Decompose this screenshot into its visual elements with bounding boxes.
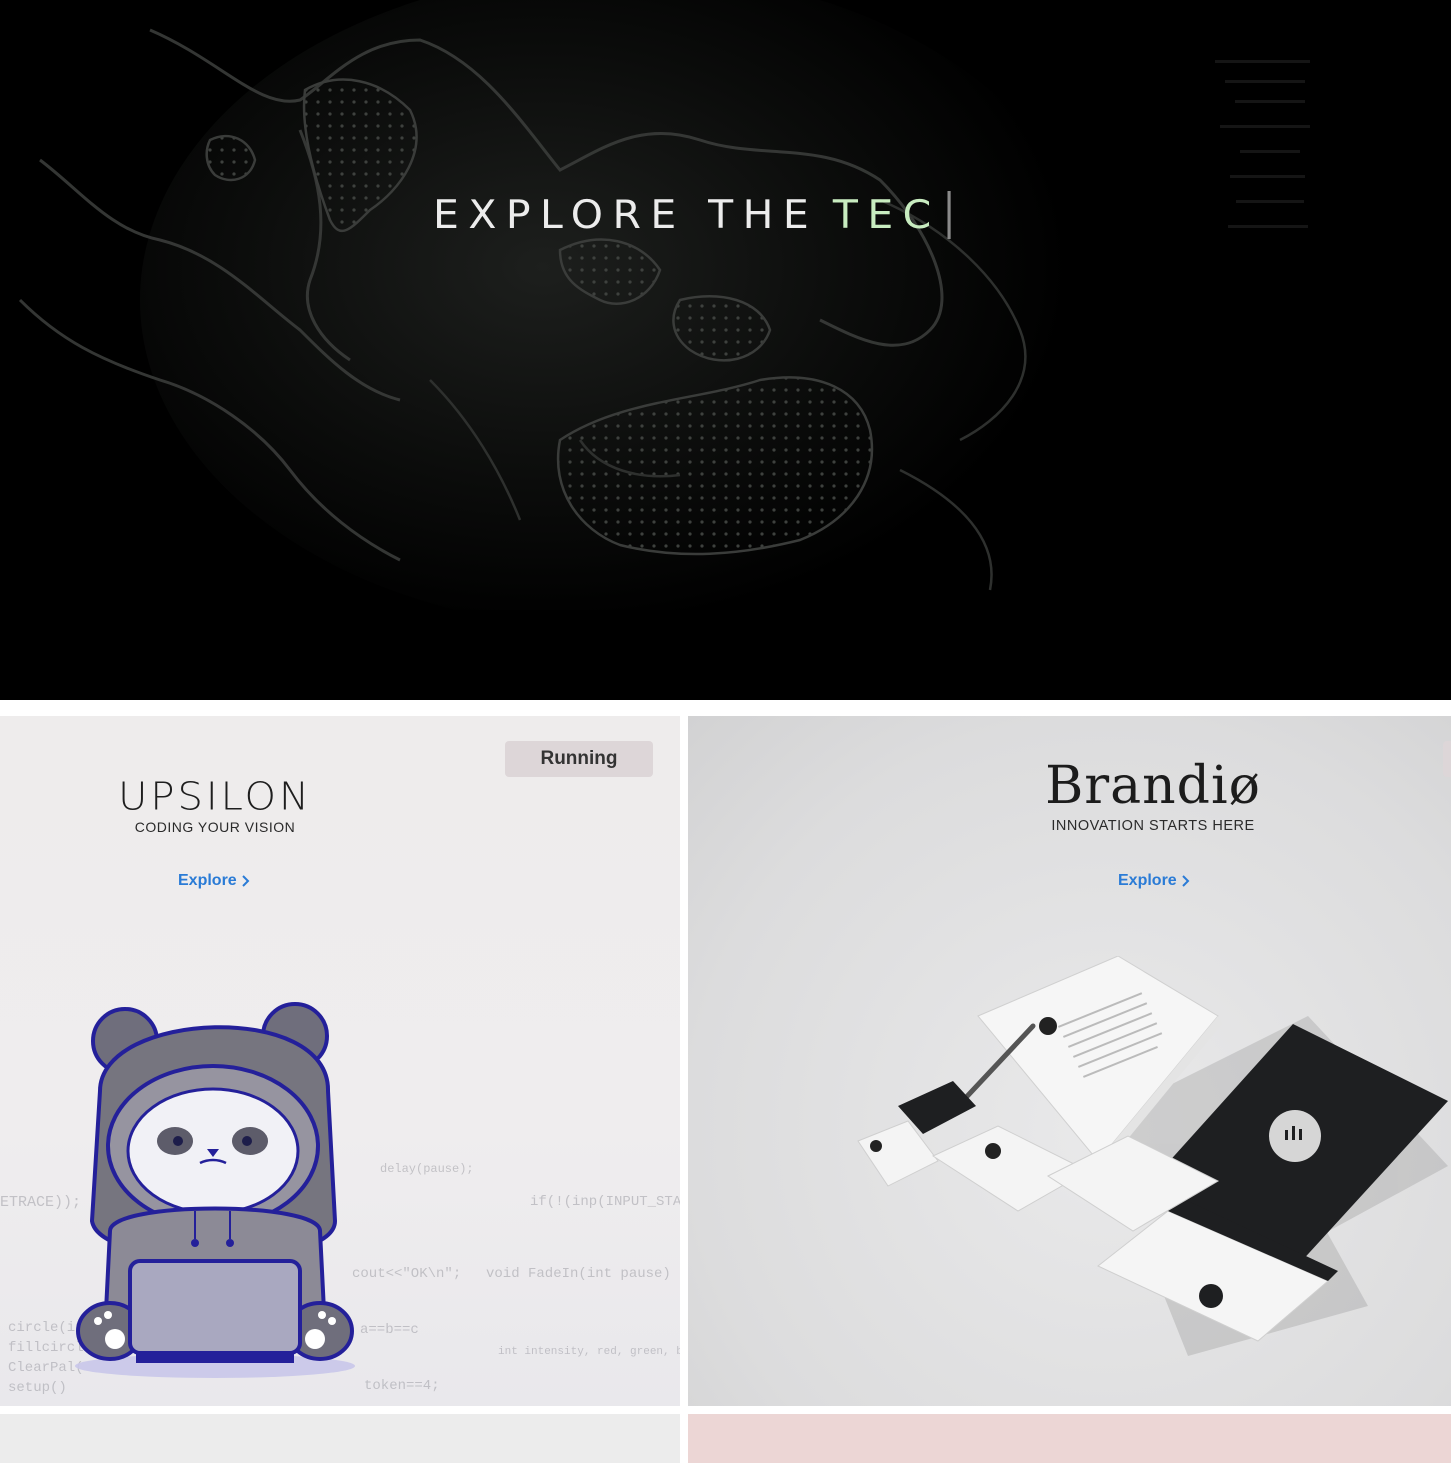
explore-link[interactable]: Explore bbox=[178, 872, 250, 890]
code-line: void FadeIn(int pause) bbox=[486, 1266, 671, 1282]
code-line: a==b==c bbox=[360, 1322, 419, 1338]
explore-link[interactable]: Explore bbox=[1118, 872, 1190, 890]
panda-hoodie-illustration bbox=[75, 1002, 355, 1378]
chevron-right-icon bbox=[1181, 875, 1190, 887]
code-line: ETRACE)); bbox=[0, 1194, 82, 1211]
explore-link-label: Explore bbox=[1118, 872, 1177, 889]
code-line: if(!(inp(INPUT_STATUS) & bbox=[530, 1194, 680, 1210]
code-line: token==4; bbox=[364, 1378, 440, 1394]
brand-tagline: CODING YOUR VISION bbox=[134, 819, 296, 835]
code-line: int intensity, red, green, blue; bbox=[498, 1346, 680, 1358]
hero-title-main: EXPLORE THE bbox=[433, 192, 819, 238]
status-badge: Running bbox=[505, 741, 653, 777]
hero-title-accent: TEC bbox=[832, 192, 941, 238]
brand-tagline: INNOVATION STARTS HERE bbox=[1051, 818, 1255, 834]
project-card-brandio[interactable]: Brandiø INNOVATION STARTS HERE Explore bbox=[688, 716, 1451, 1406]
code-line: setup() bbox=[8, 1380, 67, 1396]
code-line: delay(pause); bbox=[380, 1162, 474, 1176]
project-card-partial-right[interactable] bbox=[688, 1414, 1451, 1463]
world-map-background bbox=[0, 0, 1451, 700]
brand-name: UPSILON bbox=[118, 775, 312, 819]
project-card-upsilon[interactable]: Running UPSILON CODING YOUR VISION Explo… bbox=[0, 716, 680, 1406]
brand-name: Brandiø bbox=[1045, 756, 1261, 816]
typing-cursor bbox=[947, 191, 951, 239]
hero-headline: EXPLORE THE TEC bbox=[433, 190, 951, 240]
stationery-mockup-illustration bbox=[857, 956, 1448, 1356]
status-badge-partial bbox=[1443, 741, 1451, 777]
project-card-partial-left[interactable] bbox=[0, 1414, 680, 1463]
hero-section: EXPLORE THE TEC bbox=[0, 0, 1451, 700]
explore-link-label: Explore bbox=[178, 872, 237, 889]
chevron-right-icon bbox=[241, 875, 250, 887]
code-line: cout<<"OK\n"; bbox=[352, 1266, 462, 1282]
